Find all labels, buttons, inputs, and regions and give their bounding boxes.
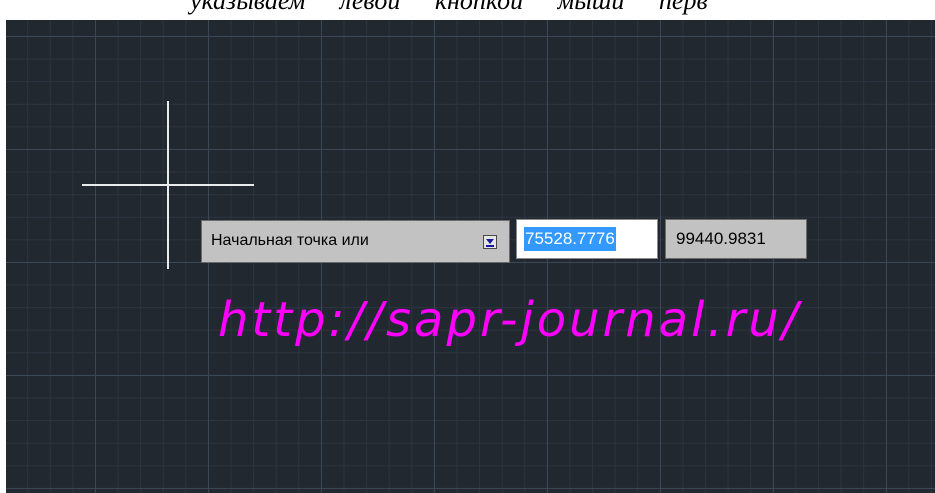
- drawing-canvas[interactable]: Начальная точка или 75528.7776 99440.983…: [6, 20, 935, 493]
- x-coordinate-input[interactable]: 75528.7776: [516, 219, 658, 259]
- options-dropdown-icon[interactable]: [483, 235, 497, 249]
- underline-bar-icon: [486, 245, 494, 247]
- arrow-down-icon: [486, 239, 494, 244]
- watermark-url: http://sapr-journal.ru/: [218, 292, 801, 348]
- y-coordinate-input[interactable]: 99440.9831: [665, 219, 807, 259]
- x-coordinate-value: 75528.7776: [524, 227, 616, 251]
- document-header-fragment: указываем левой кнопкой мыши перв: [0, 0, 935, 20]
- prompt-label: Начальная точка или: [211, 232, 369, 249]
- header-text: указываем левой кнопкой мыши перв: [190, 0, 708, 15]
- dynamic-input-prompt: Начальная точка или: [201, 220, 510, 263]
- crosshair-cursor-horizontal: [82, 184, 254, 186]
- y-coordinate-value: 99440.9831: [676, 229, 766, 248]
